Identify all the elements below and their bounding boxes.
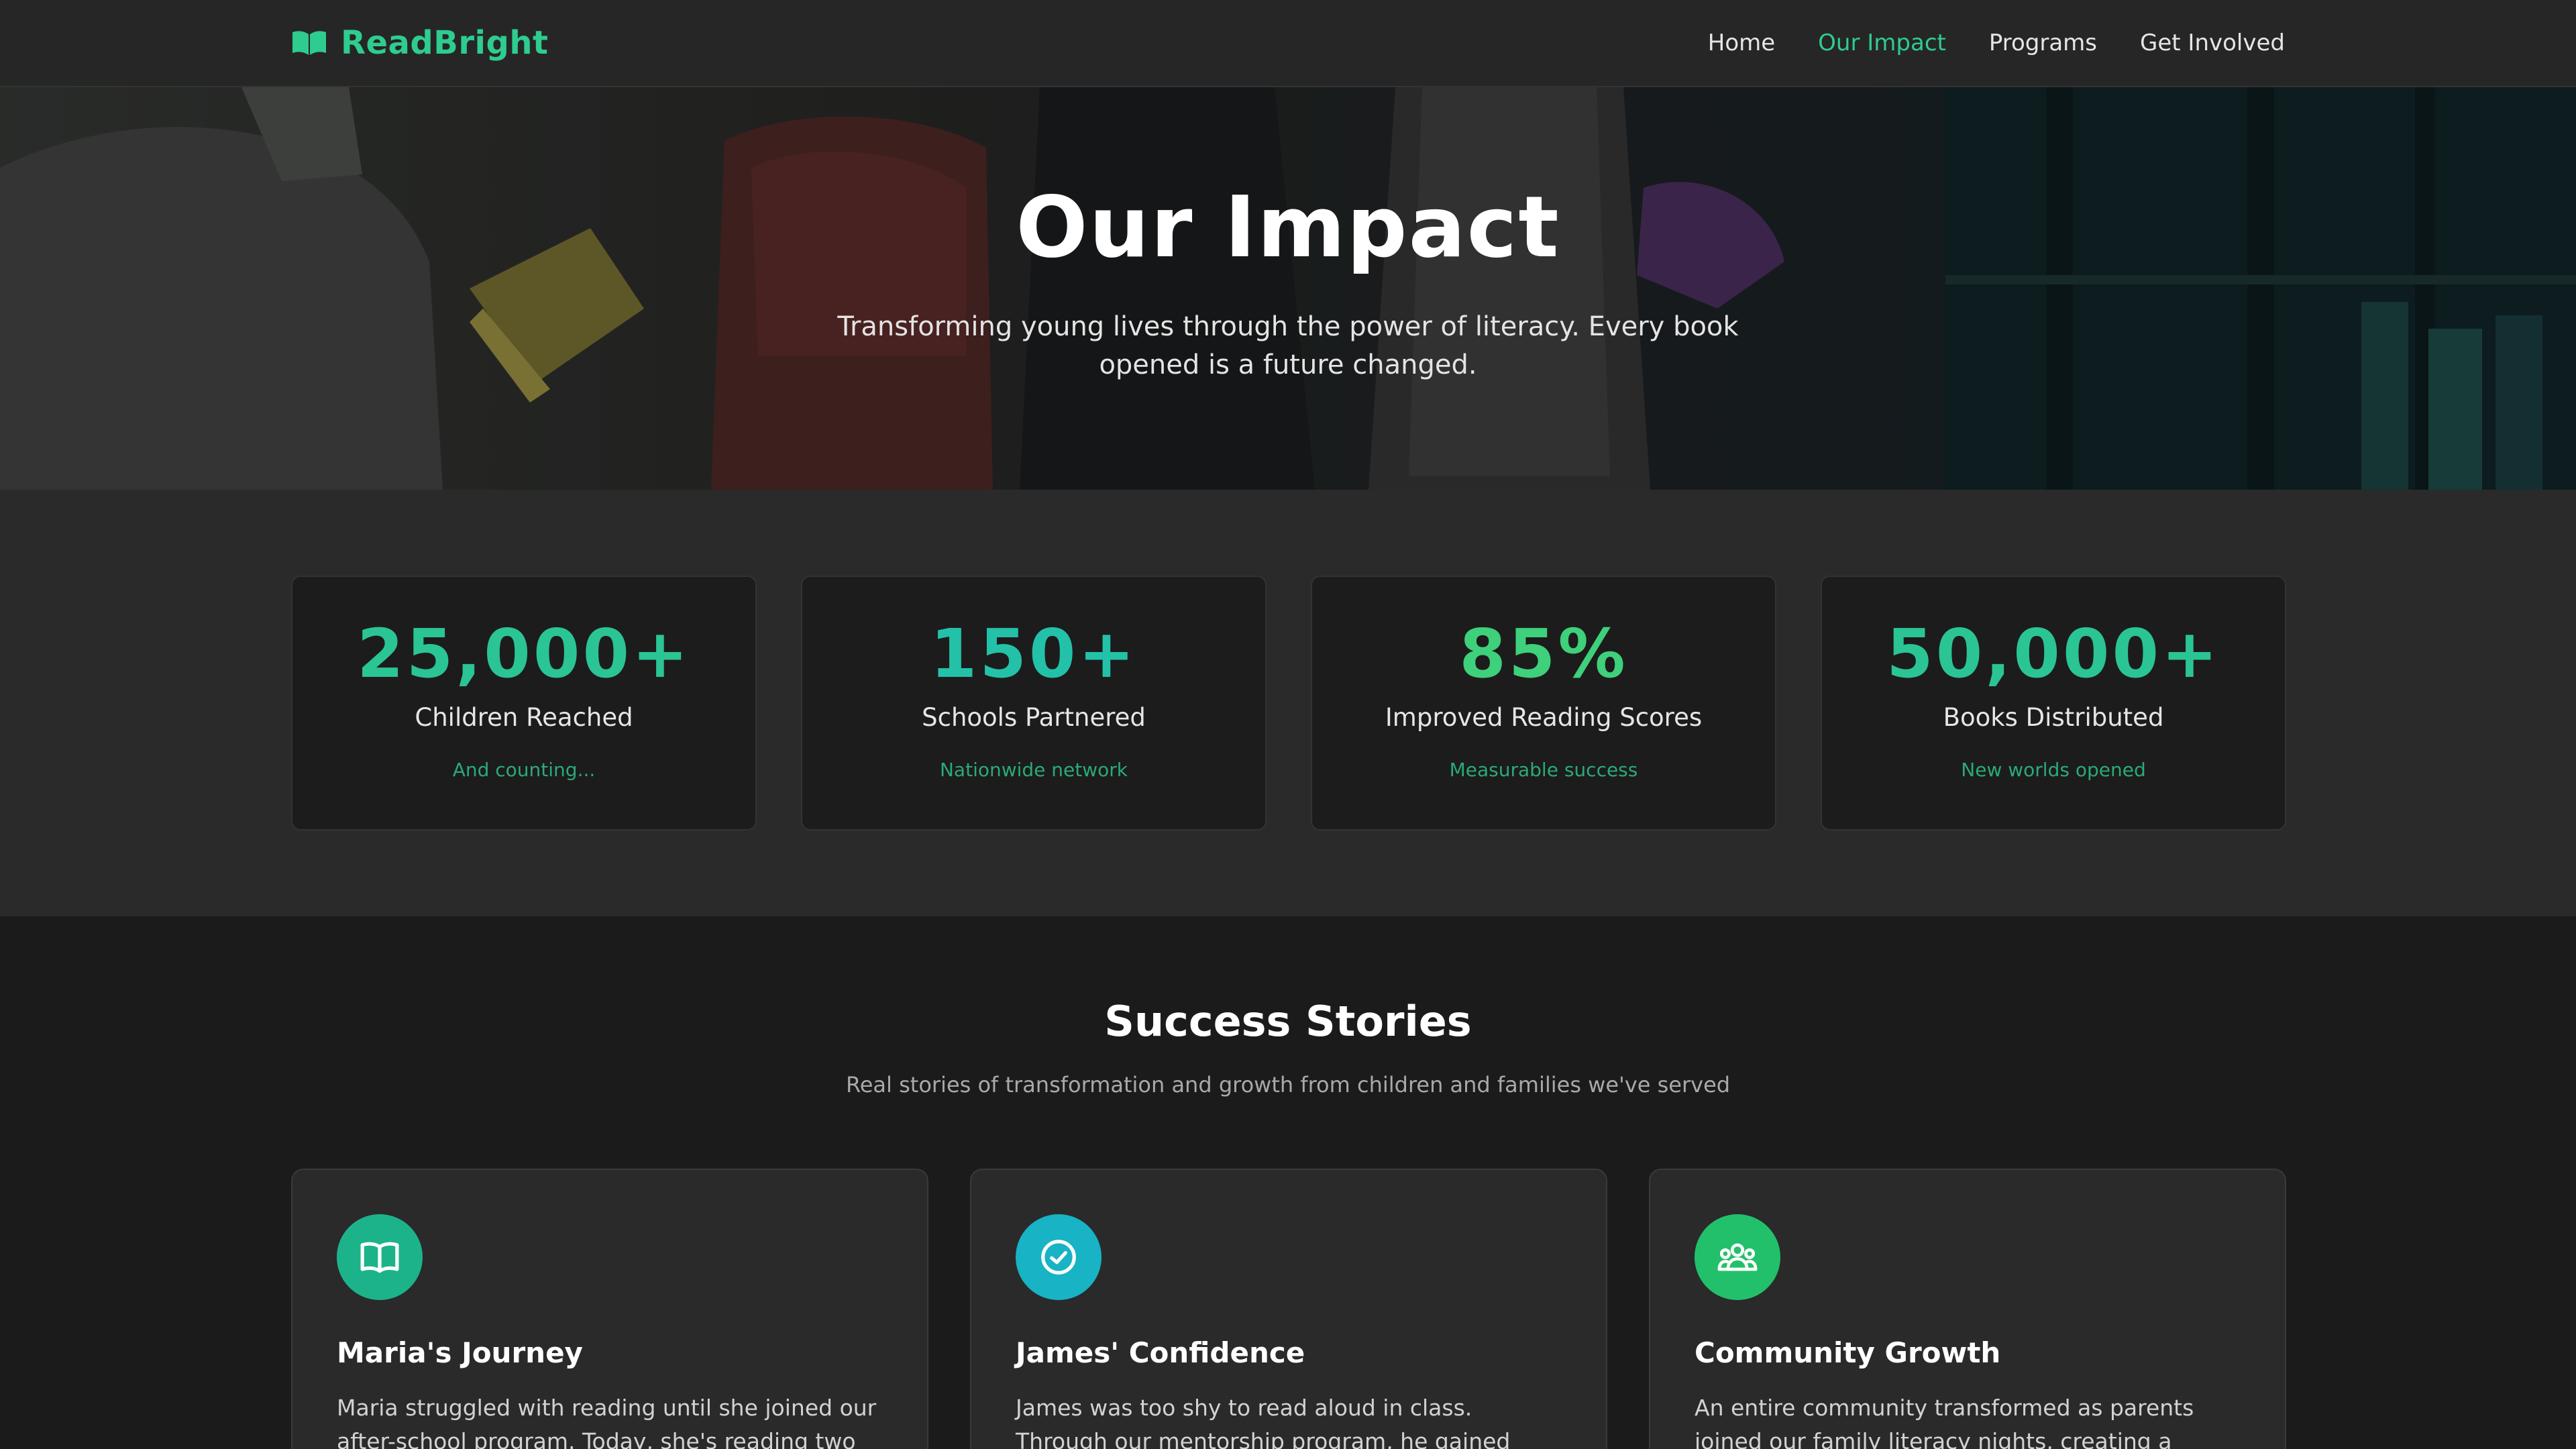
- section-subtitle: Real stories of transformation and growt…: [845, 1072, 1731, 1097]
- impact-stats-section: 25,000+ Children Reached And counting...…: [0, 490, 2576, 916]
- nav-link-programs[interactable]: Programs: [1989, 30, 2097, 56]
- check-circle-icon: [1041, 1240, 1076, 1275]
- stat-value: 85%: [1459, 614, 1628, 693]
- open-book-icon: [360, 1242, 399, 1273]
- story-text: Maria struggled with reading until she j…: [337, 1395, 877, 1449]
- community-icon: [1717, 1243, 1758, 1271]
- nav-link-get-involved[interactable]: Get Involved: [2140, 30, 2285, 56]
- nav-link-our-impact[interactable]: Our Impact: [1818, 30, 1946, 56]
- section-title: Success Stories: [1104, 997, 1472, 1046]
- story-text: James was too shy to read aloud in class…: [1016, 1395, 1511, 1449]
- stat-card-reading-scores: 85% Improved Reading Scores Measurable s…: [1311, 576, 1776, 830]
- open-book-icon: [292, 31, 326, 55]
- stat-note: New worlds opened: [1961, 759, 2146, 781]
- hero-section: Our Impact Transforming young lives thro…: [0, 87, 2576, 490]
- stat-label: Books Distributed: [1943, 703, 2164, 732]
- stat-value: 50,000+: [1886, 614, 2220, 693]
- stat-card-books: 50,000+ Books Distributed New worlds ope…: [1821, 576, 2286, 830]
- story-card-maria[interactable]: Maria's Journey Maria struggled with rea…: [291, 1169, 928, 1449]
- stat-label: Schools Partnered: [922, 703, 1146, 732]
- page: ReadBright Home Our Impact Programs Get …: [0, 0, 2576, 1449]
- hero-subtitle: Transforming young lives through the pow…: [837, 311, 1739, 380]
- success-stories-section: Success Stories Real stories of transfor…: [0, 916, 2576, 1449]
- story-title: Community Growth: [1695, 1336, 2001, 1369]
- stat-value: 150+: [930, 614, 1138, 693]
- brand-logo[interactable]: ReadBright: [291, 24, 548, 62]
- stat-card-children: 25,000+ Children Reached And counting...: [291, 576, 757, 830]
- stat-card-schools: 150+ Schools Partnered Nationwide networ…: [801, 576, 1267, 830]
- stat-note: And counting...: [452, 759, 596, 781]
- story-card-james[interactable]: James' Confidence James was too shy to r…: [970, 1169, 1607, 1449]
- stat-label: Children Reached: [415, 703, 633, 732]
- stat-note: Measurable success: [1449, 759, 1638, 781]
- top-navbar: ReadBright Home Our Impact Programs Get …: [0, 0, 2576, 87]
- story-icon-badge: [1016, 1214, 1102, 1300]
- stat-note: Nationwide network: [939, 759, 1128, 781]
- story-icon-badge: [337, 1214, 423, 1300]
- story-text: An entire community transformed as paren…: [1695, 1395, 2194, 1449]
- nav-link-home[interactable]: Home: [1708, 30, 1775, 56]
- nav-links: Home Our Impact Programs Get Involved: [1708, 30, 2285, 56]
- stat-label: Improved Reading Scores: [1385, 703, 1703, 732]
- story-title: James' Confidence: [1016, 1336, 1305, 1369]
- story-card-community[interactable]: Community Growth An entire community tra…: [1649, 1169, 2286, 1449]
- hero-title: Our Impact: [1016, 178, 1560, 276]
- brand-name: ReadBright: [341, 24, 549, 62]
- story-icon-badge: [1695, 1214, 1780, 1300]
- story-title: Maria's Journey: [337, 1336, 583, 1369]
- stat-value: 25,000+: [357, 614, 691, 693]
- hero-content: Our Impact Transforming young lives thro…: [0, 178, 2576, 384]
